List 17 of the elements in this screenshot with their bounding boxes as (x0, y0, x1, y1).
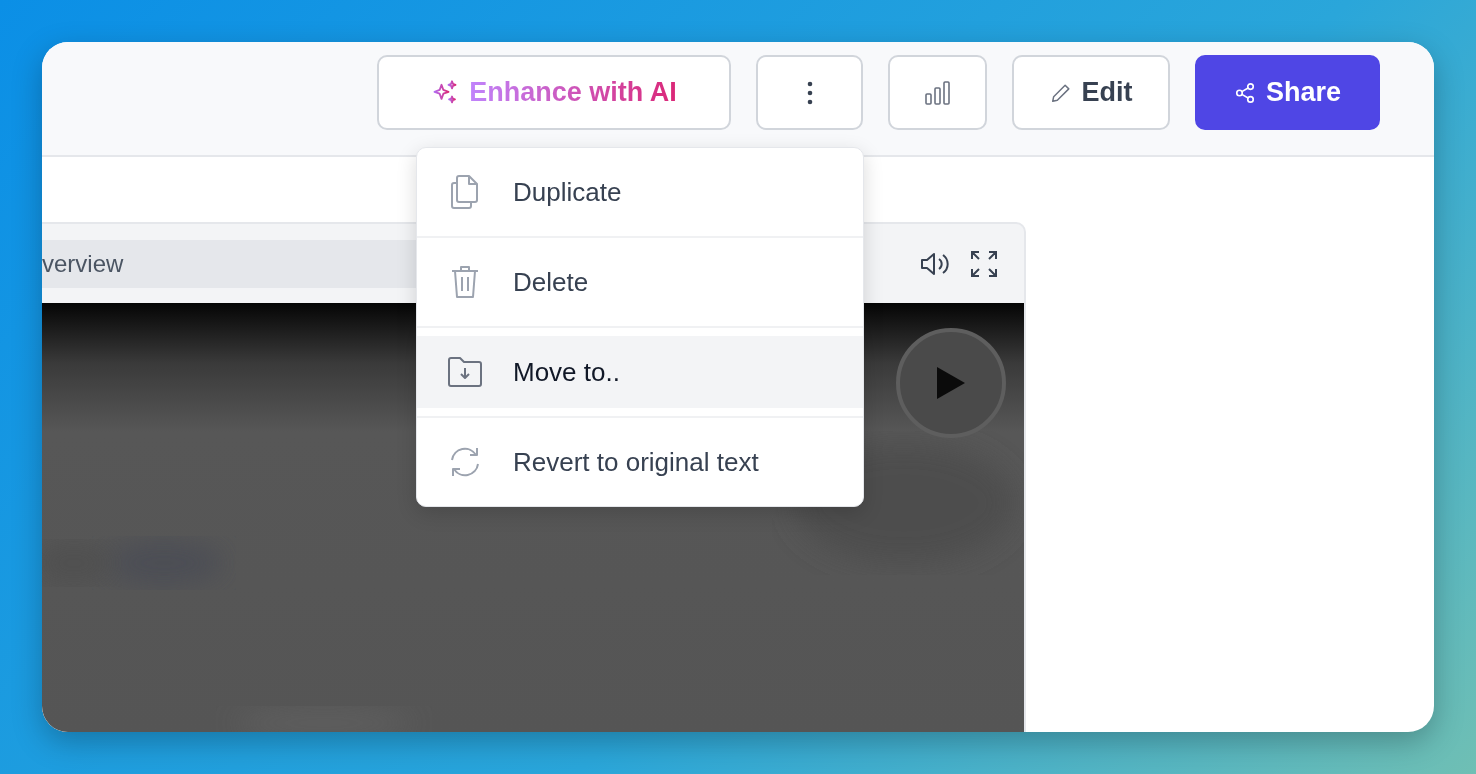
menu-item[interactable]: Delete (417, 238, 863, 326)
menu-item[interactable]: Revert to original text (417, 418, 863, 506)
volume-icon (920, 250, 950, 277)
enhance-button[interactable]: Enhance with AI (377, 55, 731, 130)
menu-item[interactable]: Duplicate (417, 148, 863, 236)
trash-icon (450, 264, 480, 300)
bar-chart-icon (924, 80, 951, 105)
edit-button[interactable]: Edit (1012, 55, 1170, 130)
share-button[interactable]: Share (1195, 55, 1380, 130)
more-icon (806, 80, 813, 105)
fullscreen-icon (970, 249, 998, 278)
stats-button[interactable] (888, 55, 987, 130)
refresh-icon (448, 446, 482, 478)
share-icon (1233, 81, 1256, 104)
folder-download-icon (447, 356, 483, 388)
menu-item[interactable]: Move to.. (417, 336, 863, 408)
copy-icon (449, 174, 481, 210)
